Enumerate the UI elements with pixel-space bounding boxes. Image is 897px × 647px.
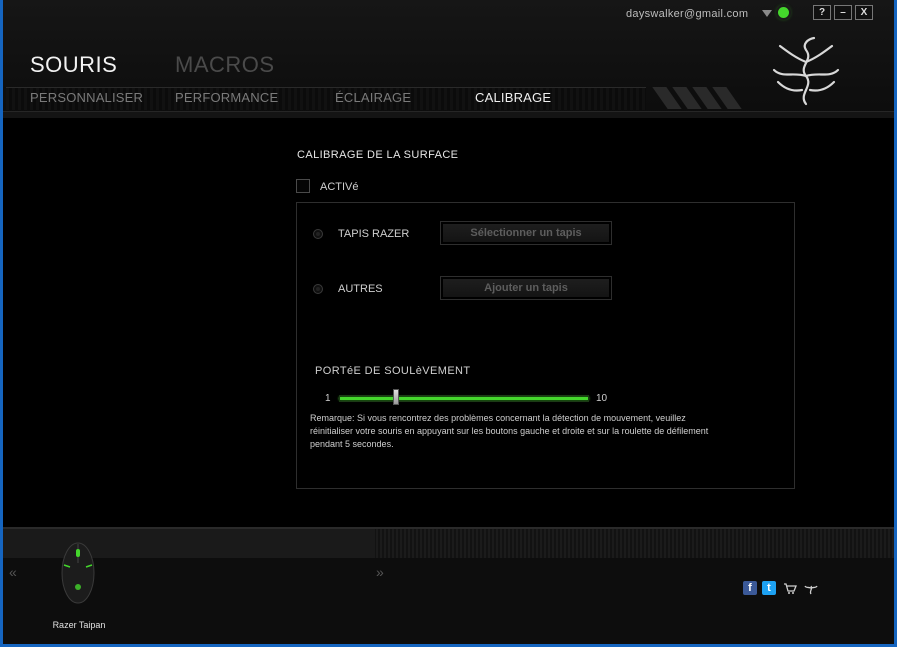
other-mat-radio[interactable] xyxy=(313,284,323,294)
lift-off-slider-track[interactable] xyxy=(339,395,589,402)
help-button[interactable]: ? xyxy=(813,5,831,20)
prev-device-button[interactable]: « xyxy=(9,564,17,580)
select-mat-button[interactable]: Sélectionner un tapis xyxy=(440,221,612,245)
other-mat-label: AUTRES xyxy=(338,283,383,295)
remark-text: Remarque: Si vous rencontrez des problèm… xyxy=(310,413,709,449)
footer-divider xyxy=(0,527,897,529)
account-dropdown-icon[interactable] xyxy=(762,10,772,17)
device-name: Razer Taipan xyxy=(52,620,106,630)
window-edge-left xyxy=(0,0,3,647)
tab-macros[interactable]: MACROS xyxy=(175,52,275,78)
next-device-button[interactable]: » xyxy=(376,564,384,580)
close-button[interactable]: X xyxy=(855,5,873,20)
cart-icon[interactable] xyxy=(783,581,797,595)
section-title: CALIBRAGE DE LA SURFACE xyxy=(297,149,459,161)
lift-off-slider-thumb[interactable] xyxy=(393,389,400,405)
enable-calibration-label: ACTIVé xyxy=(320,181,359,193)
razer-icon[interactable] xyxy=(804,581,818,595)
slider-min-label: 1 xyxy=(325,393,331,404)
twitter-icon[interactable]: t xyxy=(762,581,776,595)
select-mat-button-label: Sélectionner un tapis xyxy=(443,224,609,242)
tab-souris[interactable]: SOURIS xyxy=(30,52,117,78)
online-status-icon xyxy=(778,7,789,18)
tab-performance[interactable]: PERFORMANCE xyxy=(175,90,278,105)
tab-calibrage[interactable]: CALIBRAGE xyxy=(475,90,551,105)
lift-off-title: PORTéE DE SOULèVEMENT xyxy=(315,365,471,377)
tab-eclairage[interactable]: ÉCLAIRAGE xyxy=(335,90,411,105)
account-email[interactable]: dayswalker@gmail.com xyxy=(626,8,748,20)
enable-calibration-checkbox[interactable] xyxy=(296,179,310,193)
add-mat-button-label: Ajouter un tapis xyxy=(443,279,609,297)
decorative-stripes xyxy=(650,87,745,109)
facebook-icon[interactable]: f xyxy=(743,581,757,595)
minimize-button[interactable]: – xyxy=(834,5,852,20)
razer-mat-label: TAPIS RAZER xyxy=(338,228,410,240)
razer-mat-radio[interactable] xyxy=(313,229,323,239)
tab-personnaliser[interactable]: PERSONNALISER xyxy=(30,90,143,105)
mouse-device-icon[interactable] xyxy=(60,541,96,605)
razer-logo-icon xyxy=(772,36,840,106)
add-mat-button[interactable]: Ajouter un tapis xyxy=(440,276,612,300)
slider-max-label: 10 xyxy=(596,393,608,404)
footer-band xyxy=(0,528,897,558)
